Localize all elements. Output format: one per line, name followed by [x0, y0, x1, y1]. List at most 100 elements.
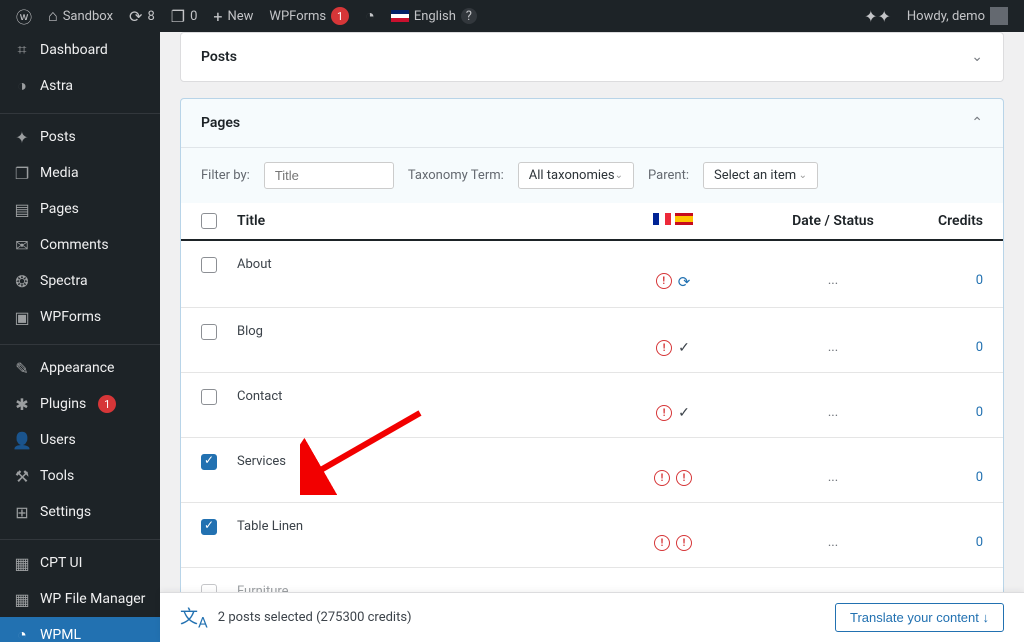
filter-title-input[interactable] — [264, 162, 394, 189]
row-checkbox[interactable] — [201, 454, 217, 470]
site-name[interactable]: ⌂Sandbox — [40, 0, 121, 32]
posts-panel: Posts ⌄ — [180, 32, 1004, 82]
col-lang-header — [583, 213, 763, 229]
check-icon[interactable]: ✓ — [678, 340, 690, 356]
translate-button[interactable]: Translate your content ↓ — [835, 603, 1004, 632]
needs-translation-icon[interactable]: ! — [676, 535, 692, 551]
table-row: Blog ! ✓ ... 0 — [181, 308, 1003, 373]
taxonomy-select[interactable]: All taxonomies⌄ — [518, 162, 634, 189]
uk-flag-icon — [391, 10, 409, 22]
taxonomy-label: Taxonomy Term: — [408, 168, 504, 183]
menu-cpt-ui[interactable]: ▦CPT UI — [0, 545, 160, 581]
menu-appearance[interactable]: ✎Appearance — [0, 350, 160, 386]
posts-panel-title: Posts — [201, 49, 237, 65]
howdy-user[interactable]: Howdy, demo — [899, 0, 1016, 32]
table-row: Table Linen ! ! ... 0 — [181, 503, 1003, 568]
menu-posts[interactable]: ✦Posts — [0, 119, 160, 155]
col-credits-header[interactable]: Credits — [903, 213, 983, 229]
filter-by-label: Filter by: — [201, 168, 250, 183]
chevron-down-icon: ⌄ — [971, 49, 983, 65]
admin-bar: ⓦ ⌂Sandbox ⟳8 ❐0 +New WPForms1 ◔ English… — [0, 0, 1024, 32]
row-checkbox[interactable] — [201, 389, 217, 405]
row-status: ... — [763, 405, 903, 420]
media-icon: ❐ — [12, 163, 32, 183]
menu-pages[interactable]: ▤Pages — [0, 191, 160, 227]
needs-translation-icon[interactable]: ! — [656, 340, 672, 356]
dashboard-icon: ⌗ — [12, 40, 32, 60]
astra-icon: ◑ — [12, 76, 32, 96]
pages-icon: ▤ — [12, 199, 32, 219]
col-status-header[interactable]: Date / Status — [763, 213, 903, 229]
es-flag-icon — [675, 213, 693, 225]
row-title[interactable]: Blog — [237, 324, 263, 339]
refresh-icon[interactable]: ⟳ — [678, 273, 691, 291]
parent-select[interactable]: Select an item⌄ — [703, 162, 818, 189]
table-row: Contact ! ✓ ... 0 — [181, 373, 1003, 438]
posts-panel-toggle[interactable]: Posts ⌄ — [181, 33, 1003, 81]
menu-spectra[interactable]: ❂Spectra — [0, 263, 160, 299]
needs-translation-icon[interactable]: ! — [676, 470, 692, 486]
language-switcher[interactable]: English? — [383, 0, 485, 32]
pages-panel-toggle[interactable]: Pages ⌃ — [181, 99, 1003, 147]
row-status: ... — [763, 273, 903, 288]
posts-icon: ✦ — [12, 127, 32, 147]
comments-count[interactable]: ❐0 — [163, 0, 206, 32]
pages-panel-title: Pages — [201, 115, 240, 131]
users-icon: 👤 — [12, 430, 32, 450]
fr-flag-icon — [653, 213, 671, 225]
row-credits: 0 — [903, 273, 983, 288]
row-title[interactable]: Services — [237, 454, 286, 469]
selection-summary: 2 posts selected (275300 credits) — [218, 610, 412, 625]
row-credits: 0 — [903, 405, 983, 420]
admin-sidebar: ⌗Dashboard◑Astra ✦Posts❐Media▤Pages✉Comme… — [0, 32, 160, 642]
row-status: ... — [763, 340, 903, 355]
row-title[interactable]: About — [237, 257, 272, 272]
select-all-checkbox[interactable] — [201, 213, 217, 229]
row-checkbox[interactable] — [201, 324, 217, 340]
updates[interactable]: ⟳8 — [121, 0, 163, 32]
main-content: Posts ⌄ Pages ⌃ Filter by: Taxonomy Term… — [160, 32, 1024, 642]
needs-translation-icon[interactable]: ! — [656, 405, 672, 421]
menu-wp-file-manager[interactable]: ▦WP File Manager — [0, 581, 160, 617]
wpml-bar[interactable]: ◔ — [357, 0, 383, 32]
menu-wpforms[interactable]: ▣WPForms — [0, 299, 160, 335]
menu-users[interactable]: 👤Users — [0, 422, 160, 458]
needs-translation-icon[interactable]: ! — [656, 273, 672, 289]
row-title[interactable]: Contact — [237, 389, 282, 404]
chevron-up-icon: ⌃ — [971, 115, 983, 131]
row-checkbox[interactable] — [201, 519, 217, 535]
ai-sparkle[interactable]: ✦✦ — [856, 0, 899, 32]
row-credits: 0 — [903, 535, 983, 550]
filter-bar: Filter by: Taxonomy Term: All taxonomies… — [181, 147, 1003, 203]
needs-translation-icon[interactable]: ! — [654, 535, 670, 551]
spectra-icon: ❂ — [12, 271, 32, 291]
wp file manager-icon: ▦ — [12, 589, 32, 609]
menu-wpml[interactable]: ◔WPML — [0, 617, 160, 642]
row-status: ... — [763, 535, 903, 550]
menu-tools[interactable]: ⚒Tools — [0, 458, 160, 494]
new-content[interactable]: +New — [205, 0, 261, 32]
menu-comments[interactable]: ✉Comments — [0, 227, 160, 263]
menu-astra[interactable]: ◑Astra — [0, 68, 160, 104]
menu-plugins[interactable]: ✱Plugins1 — [0, 386, 160, 422]
row-checkbox[interactable] — [201, 257, 217, 273]
menu-media[interactable]: ❐Media — [0, 155, 160, 191]
menu-dashboard[interactable]: ⌗Dashboard — [0, 32, 160, 68]
plugins-icon: ✱ — [12, 394, 32, 414]
row-title[interactable]: Table Linen — [237, 519, 303, 534]
col-title-header[interactable]: Title — [237, 213, 583, 229]
wpforms-bar[interactable]: WPForms1 — [261, 0, 357, 32]
appearance-icon: ✎ — [12, 358, 32, 378]
needs-translation-icon[interactable]: ! — [654, 470, 670, 486]
translate-icon: 文A — [180, 603, 208, 632]
row-status: ... — [763, 470, 903, 485]
wpml-icon: ◔ — [12, 625, 32, 642]
wp-logo[interactable]: ⓦ — [8, 0, 40, 32]
row-credits: 0 — [903, 470, 983, 485]
check-icon[interactable]: ✓ — [678, 405, 690, 421]
row-credits: 0 — [903, 340, 983, 355]
table-row: Services ! ! ... 0 — [181, 438, 1003, 503]
comments-icon: ✉ — [12, 235, 32, 255]
menu-settings[interactable]: ⊞Settings — [0, 494, 160, 530]
cpt ui-icon: ▦ — [12, 553, 32, 573]
